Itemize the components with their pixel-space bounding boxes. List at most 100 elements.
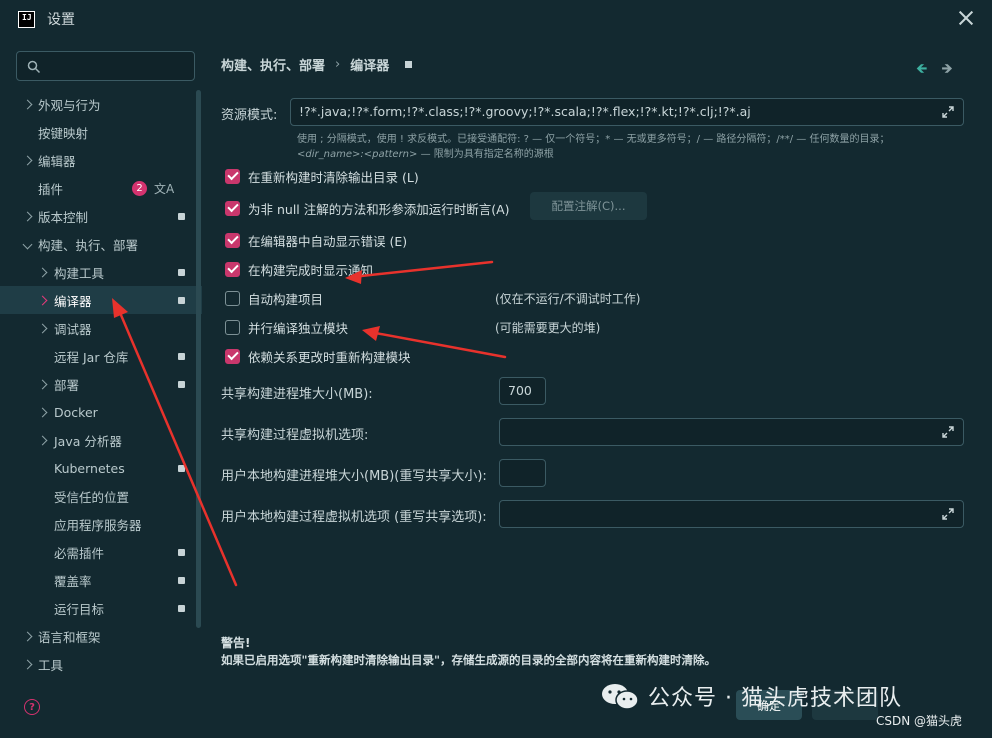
- csdn-credit: CSDN @猫头虎: [876, 714, 963, 728]
- checkbox-checked[interactable]: [225, 261, 240, 277]
- project-level-icon: [178, 576, 185, 584]
- user-heap-label: 用户本地构建进程堆大小(MB)(重写共享大小):: [221, 469, 487, 484]
- chevron-right-icon[interactable]: [37, 379, 48, 389]
- checkbox-unchecked[interactable]: [225, 290, 240, 306]
- chevron-right-icon[interactable]: [22, 155, 33, 165]
- sidebar-item-coverage[interactable]: 覆盖率: [0, 566, 202, 594]
- resource-patterns-value: !?*.java;!?*.form;!?*.class;!?*.groovy;!…: [299, 104, 751, 119]
- sidebar-item-label: 外观与行为: [38, 97, 101, 113]
- sidebar-item-label: 受信任的位置: [54, 489, 130, 505]
- breadcrumb-current: 编译器: [350, 59, 390, 74]
- sidebar-item-appearance[interactable]: 外观与行为: [0, 90, 202, 118]
- breadcrumb-parent[interactable]: 构建、执行、部署: [221, 55, 325, 74]
- sidebar-item-label: 远程 Jar 仓库: [54, 349, 129, 365]
- option-build-notification[interactable]: 在构建完成时显示通知: [225, 258, 373, 280]
- heap-size-input[interactable]: 700: [499, 377, 546, 405]
- sidebar-item-label: 运行目标: [54, 601, 105, 617]
- chevron-right-icon[interactable]: [37, 407, 48, 417]
- project-level-icon: [178, 604, 185, 612]
- sidebar-item-deployment[interactable]: 部署: [0, 370, 202, 398]
- checkbox-checked[interactable]: [225, 348, 240, 364]
- option-auto-show-errors[interactable]: 在编辑器中自动显示错误 (E): [225, 229, 407, 251]
- auto-build-note: (仅在不运行/不调试时工作): [495, 292, 641, 306]
- user-vm-label: 用户本地构建过程虚拟机选项 (重写共享选项):: [221, 510, 487, 525]
- sidebar-item-remote-jar[interactable]: 远程 Jar 仓库: [0, 342, 202, 370]
- expand-icon[interactable]: [942, 426, 954, 438]
- option-label: 在编辑器中自动显示错误 (E): [248, 233, 408, 249]
- vm-options-input[interactable]: [499, 418, 964, 446]
- checkbox-checked[interactable]: [225, 232, 240, 248]
- expand-icon[interactable]: [942, 508, 954, 520]
- resource-patterns-field[interactable]: !?*.java;!?*.form;!?*.class;!?*.groovy;!…: [290, 98, 964, 126]
- chevron-right-icon[interactable]: [37, 267, 48, 277]
- sidebar-item-label: 按键映射: [38, 125, 89, 141]
- back-arrow-icon[interactable]: 🡸: [916, 58, 927, 82]
- warning-title: 警告!: [221, 636, 251, 650]
- chevron-right-icon[interactable]: [22, 631, 33, 641]
- sidebar-item-label: 插件: [38, 181, 64, 197]
- option-clear-output[interactable]: 在重新构建时清除输出目录 (L): [225, 165, 419, 187]
- checkbox-checked[interactable]: [225, 200, 240, 216]
- forward-arrow-icon[interactable]: 🡺: [941, 58, 952, 82]
- sidebar-item-app-servers[interactable]: 应用程序服务器: [0, 510, 202, 538]
- sidebar-item-required-plugins[interactable]: 必需插件: [0, 538, 202, 566]
- sidebar-item-label: 构建工具: [54, 265, 105, 281]
- settings-search[interactable]: [16, 51, 195, 81]
- sidebar-item-tools[interactable]: 工具: [0, 650, 202, 678]
- sidebar-item-kubernetes[interactable]: Kubernetes: [0, 454, 202, 482]
- sidebar-item-label: 部署: [54, 377, 80, 393]
- checkbox-unchecked[interactable]: [225, 319, 240, 335]
- sidebar-item-java-profiler[interactable]: Java 分析器: [0, 426, 202, 454]
- wechat-watermark: 公众号 · 猫头虎技术团队: [600, 680, 902, 712]
- wechat-logo-icon: [602, 684, 639, 710]
- expand-icon[interactable]: [942, 106, 954, 118]
- checkbox-checked[interactable]: [225, 168, 240, 184]
- breadcrumb-separator: ›: [335, 57, 341, 72]
- option-label: 并行编译独立模块: [248, 320, 349, 336]
- intellij-logo-icon: IJ: [18, 10, 35, 28]
- sidebar-item-trusted-locations[interactable]: 受信任的位置: [0, 482, 202, 510]
- project-level-icon: [178, 268, 185, 276]
- chevron-right-icon[interactable]: [37, 323, 48, 333]
- chevron-right-icon[interactable]: [22, 99, 33, 109]
- chevron-right-icon[interactable]: [37, 295, 48, 305]
- sidebar-item-label: 版本控制: [38, 209, 89, 225]
- user-vm-input[interactable]: [499, 500, 964, 528]
- project-level-icon: [405, 61, 413, 68]
- option-auto-build[interactable]: 自动构建项目: [225, 287, 323, 309]
- option-rebuild-on-deps[interactable]: 依赖关系更改时重新构建模块: [225, 345, 411, 367]
- chevron-right-icon[interactable]: [22, 659, 33, 669]
- sidebar-item-languages[interactable]: 语言和框架: [0, 622, 202, 650]
- sidebar-item-editor[interactable]: 编辑器: [0, 146, 202, 174]
- sidebar-item-run-targets[interactable]: 运行目标: [0, 594, 202, 622]
- warning-text: 如果已启用选项"重新构建时清除输出目录"，存储生成源的目录的全部内容将在重新构建…: [221, 653, 716, 667]
- sidebar-item-keymap[interactable]: 按键映射: [0, 118, 202, 146]
- sidebar-item-build-exec-deploy[interactable]: 构建、执行、部署: [0, 230, 202, 258]
- sidebar-item-debugger[interactable]: 调试器: [0, 314, 202, 342]
- configure-annotations-button[interactable]: 配置注解(C)...: [530, 192, 647, 220]
- help-icon[interactable]: ?: [24, 699, 40, 715]
- sidebar-item-label: 工具: [38, 657, 64, 673]
- chevron-down-icon[interactable]: [22, 239, 33, 249]
- sidebar-item-vcs[interactable]: 版本控制: [0, 202, 202, 230]
- sidebar-item-build-tools[interactable]: 构建工具: [0, 258, 202, 286]
- search-input[interactable]: [47, 56, 187, 76]
- hint-rest: — 限制为具有指定名称的源根: [417, 149, 554, 160]
- heap-size-label: 共享构建进程堆大小(MB):: [221, 387, 373, 402]
- sidebar-scrollbar[interactable]: [196, 90, 201, 628]
- sidebar-item-compiler[interactable]: 编译器: [0, 286, 202, 314]
- user-heap-input[interactable]: [499, 459, 546, 487]
- project-level-icon: [178, 464, 185, 472]
- close-icon[interactable]: [958, 10, 974, 26]
- chevron-right-icon[interactable]: [37, 435, 48, 445]
- chevron-right-icon[interactable]: [22, 211, 33, 221]
- sidebar-item-docker[interactable]: Docker: [0, 398, 202, 426]
- project-level-icon: [178, 296, 185, 304]
- option-runtime-assertions[interactable]: 为非 null 注解的方法和形参添加运行时断言(A): [225, 197, 510, 219]
- sidebar-item-label: 调试器: [54, 321, 92, 337]
- sidebar-item-plugins[interactable]: 插件 2 文A: [0, 174, 202, 202]
- parallel-compile-note: (可能需要更大的堆): [495, 321, 601, 335]
- project-level-icon: [178, 380, 185, 388]
- project-level-icon: [178, 212, 185, 220]
- option-parallel-compile[interactable]: 并行编译独立模块: [225, 316, 348, 338]
